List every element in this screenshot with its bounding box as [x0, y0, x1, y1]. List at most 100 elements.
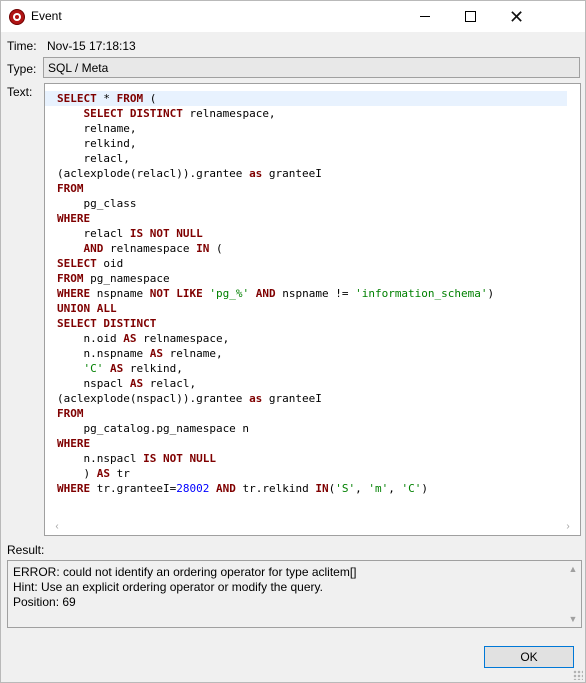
time-value: Nov-15 17:18:13 [47, 39, 136, 53]
ok-button[interactable]: OK [484, 646, 574, 668]
code-text: (aclexplode(relacl)).grantee [57, 167, 250, 180]
code-keyword: FROM [57, 407, 84, 420]
code-string: 'C' [401, 482, 422, 495]
code-line: WHERE [57, 436, 567, 451]
code-text: relacl, [143, 377, 197, 390]
maximize-icon [465, 11, 476, 22]
minimize-icon [419, 16, 430, 17]
code-line: n.nspname AS relname, [57, 346, 567, 361]
code-text: relnamespace [103, 242, 197, 255]
code-text: relacl [57, 227, 130, 240]
close-icon: ✕ [508, 6, 525, 27]
code-text: nspname [90, 287, 150, 300]
code-keyword: AS [96, 467, 110, 480]
result-line: ERROR: could not identify an ordering op… [13, 565, 357, 579]
code-line: 'C' AS relkind, [57, 361, 567, 376]
code-number: 28002 [176, 482, 210, 495]
code-keyword: AND [83, 242, 104, 255]
code-line: SELECT DISTINCT relnamespace, [57, 106, 567, 121]
code-text: , [355, 482, 369, 495]
code-text: (aclexplode(nspacl)).grantee [57, 392, 250, 405]
code-text: tr [110, 467, 130, 480]
code-text: relname, [57, 122, 137, 135]
code-text: * [96, 92, 117, 105]
type-value: SQL / Meta [48, 61, 109, 75]
code-text: ) [421, 482, 428, 495]
code-keyword: IN [196, 242, 210, 255]
code-keyword: IS NOT NULL [143, 452, 216, 465]
code-keyword: WHERE [57, 287, 91, 300]
code-text: relkind, [57, 137, 137, 150]
code-line: WHERE tr.granteeI=28002 AND tr.relkind I… [57, 481, 567, 496]
code-text: tr.relkind [235, 482, 316, 495]
result-text-area[interactable]: ERROR: could not identify an ordering op… [7, 560, 582, 628]
code-string: 'C' [83, 362, 104, 375]
code-text: ( [143, 92, 157, 105]
code-keyword: SELECT DISTINCT [83, 107, 183, 120]
code-line: SELECT DISTINCT [57, 316, 567, 331]
code-line: pg_class [57, 196, 567, 211]
code-text: n.nspacl [57, 452, 144, 465]
code-line: relacl, [57, 151, 567, 166]
code-string: 'S' [335, 482, 356, 495]
code-keyword: SELECT [57, 257, 97, 270]
code-line: nspacl AS relacl, [57, 376, 567, 391]
code-line: WHERE nspname NOT LIKE 'pg_%' AND nspnam… [57, 286, 567, 301]
code-text: relnamespace, [182, 107, 276, 120]
code-line: SELECT * FROM ( [45, 91, 567, 106]
minimize-button[interactable] [402, 1, 447, 32]
scroll-down-icon[interactable]: ▼ [565, 611, 581, 627]
code-text: ( [209, 242, 223, 255]
code-line: SELECT oid [57, 256, 567, 271]
code-line: (aclexplode(relacl)).grantee as granteeI [57, 166, 567, 181]
code-text: granteeI [262, 392, 322, 405]
result-label: Result: [7, 543, 45, 557]
type-field[interactable]: SQL / Meta [43, 57, 580, 78]
sql-text-area[interactable]: SELECT * FROM ( SELECT DISTINCT relnames… [44, 83, 581, 536]
code-keyword: NOT LIKE [149, 287, 203, 300]
vertical-scrollbar[interactable]: ▲ ▼ [564, 561, 581, 627]
code-text: relname, [162, 347, 223, 360]
code-keyword: AND [255, 287, 276, 300]
code-keyword: as [249, 167, 263, 180]
text-label: Text: [7, 85, 33, 99]
scroll-right-icon[interactable]: › [560, 519, 576, 535]
code-text: nspacl [57, 377, 130, 390]
code-text: granteeI [262, 167, 322, 180]
code-line: relkind, [57, 136, 567, 151]
type-label: Type: [7, 62, 37, 76]
code-keyword: WHERE [57, 482, 91, 495]
result-text: ERROR: could not identify an ordering op… [13, 565, 357, 610]
code-text: , [388, 482, 402, 495]
scroll-up-icon[interactable]: ▲ [565, 561, 581, 577]
app-icon [9, 9, 25, 25]
code-text: pg_class [57, 197, 137, 210]
code-keyword: AS [149, 347, 163, 360]
code-text: nspname != [275, 287, 356, 300]
result-line: Position: 69 [13, 595, 76, 609]
resize-grip-icon[interactable] [573, 670, 583, 680]
code-keyword: FROM [57, 272, 84, 285]
code-line: FROM [57, 406, 567, 421]
maximize-button[interactable] [448, 1, 493, 32]
horizontal-scrollbar[interactable]: ‹ › [45, 519, 580, 535]
close-button[interactable]: ✕ [494, 1, 539, 32]
code-keyword: AS [110, 362, 124, 375]
code-keyword: IN [315, 482, 329, 495]
scroll-left-icon[interactable]: ‹ [49, 519, 65, 535]
code-keyword: AS [129, 377, 144, 390]
code-line: pg_catalog.pg_namespace n [57, 421, 567, 436]
code-keyword: IS NOT NULL [129, 227, 203, 240]
title-bar[interactable]: Event ✕ [1, 1, 585, 32]
result-line: Hint: Use an explicit ordering operator … [13, 580, 323, 594]
window-title: Event [31, 9, 62, 23]
code-line: FROM pg_namespace [57, 271, 567, 286]
code-keyword: AS [123, 332, 137, 345]
code-text: ) [487, 287, 495, 300]
code-keyword: WHERE [57, 212, 91, 225]
code-text: relnamespace, [136, 332, 230, 345]
